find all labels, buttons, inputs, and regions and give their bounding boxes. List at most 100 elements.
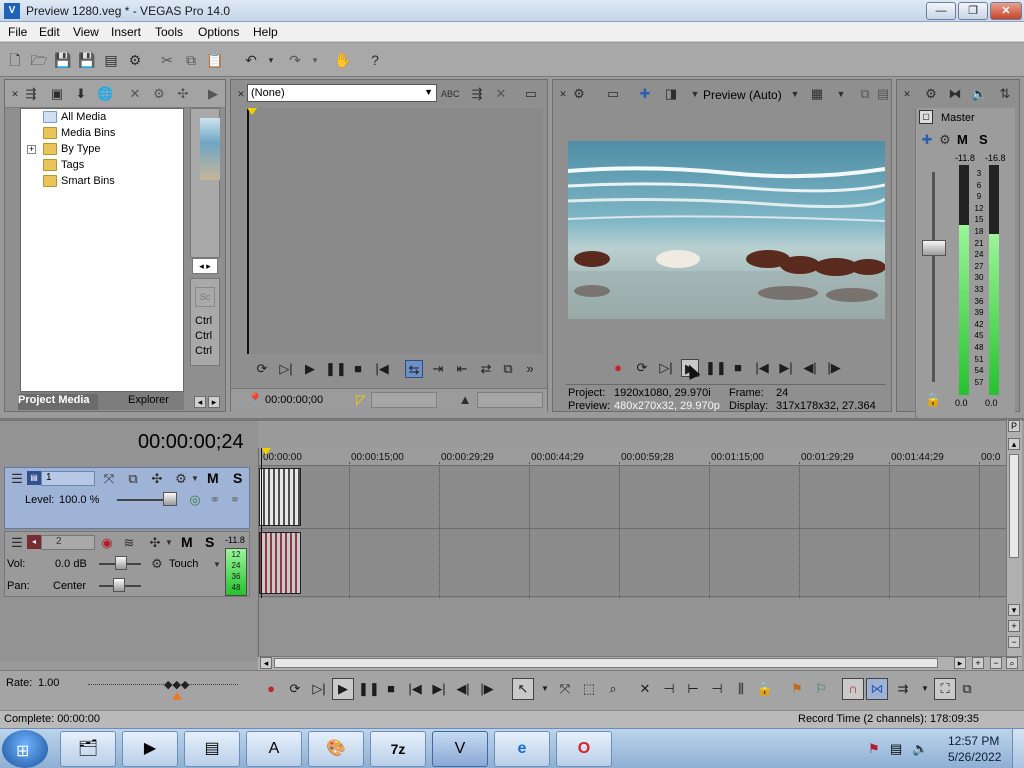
scroll-up-icon[interactable]: ▴: [1008, 438, 1020, 450]
loop-playback-icon[interactable]: ⟳: [253, 360, 271, 378]
tree-item-smart-bins[interactable]: Smart Bins: [41, 173, 115, 189]
loop-playback-icon[interactable]: ⟳: [286, 680, 304, 698]
tree-item-media-bins[interactable]: Media Bins: [41, 125, 115, 141]
menu-view[interactable]: View: [73, 25, 99, 39]
undo-dropdown-icon[interactable]: ▾: [262, 51, 280, 69]
marker-flag-icon[interactable]: P: [1008, 420, 1020, 432]
panel-more-icon[interactable]: ▶: [205, 86, 221, 102]
collapse-track-icon[interactable]: ☰: [9, 471, 25, 487]
auto-crossfade-icon[interactable]: ⋈: [866, 678, 888, 700]
play-from-start-icon[interactable]: ▷|: [310, 680, 328, 698]
track-fx-icon[interactable]: ⧉: [125, 471, 141, 487]
insert-marker-icon[interactable]: ⚑: [788, 680, 806, 698]
taskbar-7zip[interactable]: 7z: [370, 731, 426, 767]
mixer-options-icon[interactable]: ⇅: [997, 86, 1013, 102]
media-thumbnail[interactable]: [200, 118, 220, 180]
track-motion-icon[interactable]: ⤧: [101, 471, 117, 487]
audio-fx-dropdown-icon[interactable]: ▼: [161, 535, 177, 551]
audio-track-number[interactable]: 2: [41, 535, 95, 550]
render-icon[interactable]: ▤: [102, 51, 120, 69]
web-globe-icon[interactable]: 🌐: [97, 86, 113, 102]
trimmer-overwrite-icon[interactable]: ⇥: [429, 360, 447, 378]
stop-icon[interactable]: ■: [382, 680, 400, 698]
taskbar-opera[interactable]: O: [556, 731, 612, 767]
menu-file[interactable]: File: [8, 25, 27, 39]
go-to-start-icon[interactable]: |◀: [753, 359, 771, 377]
track-overlay-icon[interactable]: ⚭: [227, 492, 243, 508]
menu-edit[interactable]: Edit: [39, 25, 60, 39]
timeline-area[interactable]: 00:00:00 00:00:15;00 00:00:29;29 00:00:4…: [258, 448, 1007, 660]
panel-close-icon[interactable]: ✕: [555, 86, 571, 102]
zoom-magnifier-icon[interactable]: ⌕: [1006, 657, 1018, 669]
pause-icon[interactable]: ❚❚: [325, 360, 347, 378]
media-properties-icon[interactable]: ⚙: [151, 86, 167, 102]
redo-icon[interactable]: ↷: [286, 51, 304, 69]
minimize-button[interactable]: —: [926, 2, 956, 20]
menu-help[interactable]: Help: [253, 25, 278, 39]
redo-dropdown-icon[interactable]: ▾: [306, 51, 324, 69]
zoom-tool-icon[interactable]: ⌕: [604, 680, 622, 698]
overlays-dropdown-icon[interactable]: ▼: [833, 86, 849, 102]
level-slider-handle[interactable]: [163, 492, 177, 506]
cut-icon[interactable]: ✂: [158, 51, 176, 69]
expand-by-type-icon[interactable]: +: [27, 145, 36, 154]
next-frame-icon[interactable]: |▶: [825, 359, 843, 377]
trim-icon[interactable]: ⊣: [660, 680, 678, 698]
ignore-grouping-icon[interactable]: ⧉: [958, 680, 976, 698]
remove-media-icon[interactable]: ✕: [127, 86, 143, 102]
trimmer-zoom-icon[interactable]: ▲: [457, 392, 473, 408]
import-media-icon[interactable]: ⇶: [23, 86, 39, 102]
taskbar-vegas[interactable]: V: [432, 731, 488, 767]
save-as-icon[interactable]: 💾: [78, 51, 96, 69]
arm-for-record-icon[interactable]: ◉: [99, 535, 115, 551]
zoom-out-vertical-icon[interactable]: −: [1008, 636, 1020, 648]
tab-explorer[interactable]: Explorer: [128, 394, 169, 406]
pause-icon[interactable]: ❚❚: [705, 359, 727, 377]
menu-tools[interactable]: Tools: [155, 25, 183, 39]
compositing-mode-icon[interactable]: ✣: [149, 471, 165, 487]
tab-scroll-left-icon[interactable]: ◂: [194, 396, 206, 408]
video-track-number[interactable]: 1: [41, 471, 95, 486]
parent-overlay-icon[interactable]: ⚭: [207, 492, 223, 508]
edit-tool-dropdown-icon[interactable]: ▼: [536, 680, 554, 698]
master-mute-button[interactable]: M: [957, 132, 968, 147]
tab-scroll-right-icon[interactable]: ▸: [208, 396, 220, 408]
collapse-track-icon[interactable]: ☰: [9, 535, 25, 551]
trimmer-replace-icon[interactable]: ⇄: [477, 360, 495, 378]
sc-icon[interactable]: Sc: [195, 287, 215, 307]
open-folder-icon[interactable]: 🗁: [30, 51, 48, 69]
save-icon[interactable]: 💾: [54, 51, 72, 69]
previous-frame-icon[interactable]: ◀|: [454, 680, 472, 698]
master-solo-button[interactable]: S: [979, 132, 988, 147]
zoom-in-icon[interactable]: +: [972, 657, 984, 669]
trimmer-media-dropdown[interactable]: (None) ▼: [247, 84, 437, 102]
envelope-tool-icon[interactable]: ⤧: [556, 680, 574, 698]
menu-options[interactable]: Options: [198, 25, 239, 39]
trim-start-icon[interactable]: ⊢: [684, 680, 702, 698]
audio-track-lane[interactable]: [259, 531, 1007, 597]
automation-gear-icon[interactable]: ⚙: [149, 556, 165, 572]
audio-track-fx-icon[interactable]: ≋: [121, 535, 137, 551]
pause-icon[interactable]: ❚❚: [358, 680, 380, 698]
go-to-end-icon[interactable]: ▶|: [777, 359, 795, 377]
network-icon[interactable]: ▤: [890, 741, 902, 757]
get-media-icon[interactable]: ⬇: [73, 86, 89, 102]
trim-end-icon[interactable]: ⊣: [708, 680, 726, 698]
scroll-thumb[interactable]: [1009, 454, 1019, 558]
audio-solo-button[interactable]: S: [205, 534, 214, 550]
undo-icon[interactable]: ↶: [242, 51, 260, 69]
master-fx-icon[interactable]: ✚: [919, 132, 935, 148]
trimmer-more-icon[interactable]: »: [521, 360, 539, 378]
record-icon[interactable]: ●: [609, 359, 627, 377]
scroll-right-icon[interactable]: ▸: [954, 657, 966, 669]
play-icon[interactable]: ▶: [301, 360, 319, 378]
insert-region-icon[interactable]: ⚐: [812, 680, 830, 698]
taskbar-app[interactable]: ▤: [184, 731, 240, 767]
next-frame-icon[interactable]: |▶: [478, 680, 496, 698]
vol-slider-handle[interactable]: [115, 556, 127, 570]
copy-icon[interactable]: ⧉: [182, 51, 200, 69]
media-fx-icon[interactable]: ✣: [175, 86, 191, 102]
tree-item-by-type[interactable]: By Type: [41, 141, 101, 157]
save-snapshot-icon[interactable]: ▤: [875, 86, 891, 102]
taskbar-media-player[interactable]: ▶: [122, 731, 178, 767]
